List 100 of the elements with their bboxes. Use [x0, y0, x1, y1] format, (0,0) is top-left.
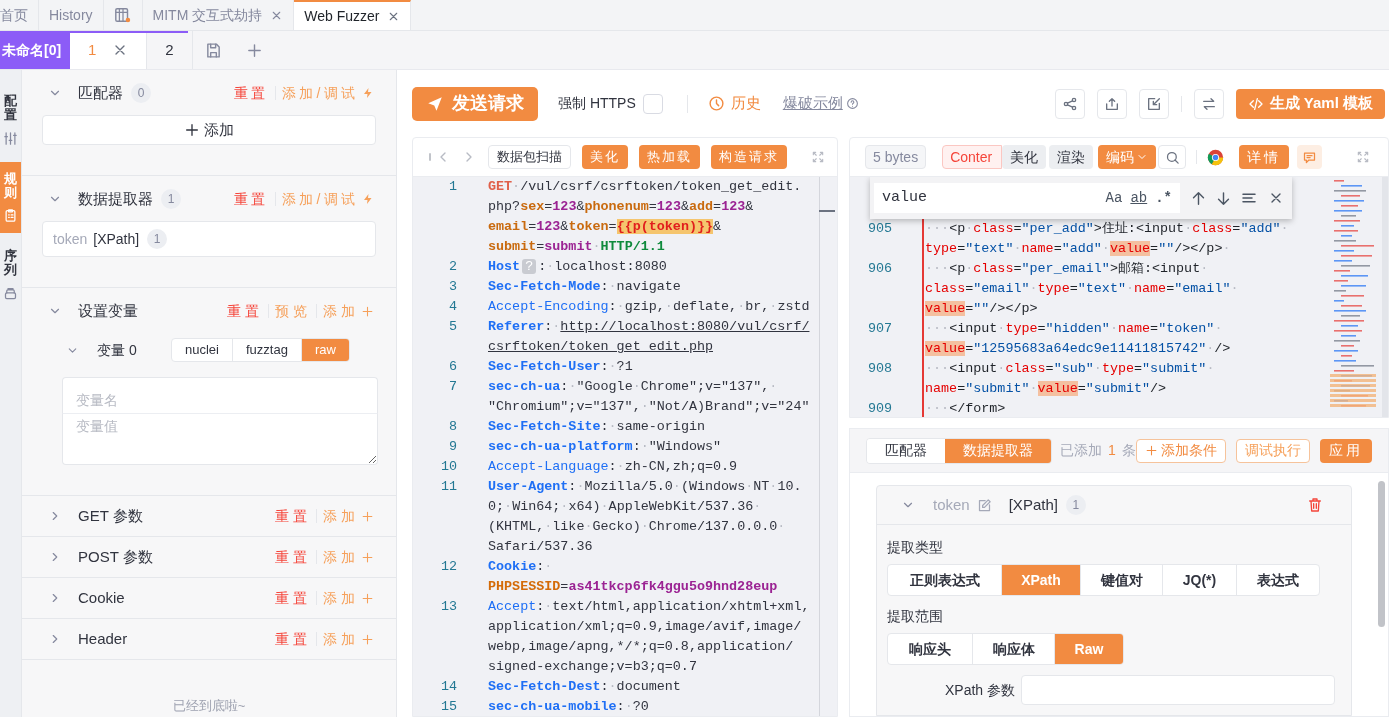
export-button[interactable] [1096, 88, 1127, 119]
arrow-up-icon[interactable] [1190, 189, 1207, 207]
tab[interactable]: 1 [70, 31, 148, 69]
code-line: sec-ch-ua-platform:·"Windows" [488, 438, 722, 456]
code-line: ···<p·class="per_add">住址:<input·class="add"· [925, 220, 1289, 238]
action-link[interactable]: 重置 [233, 82, 269, 104]
segment-option[interactable]: 响应头 [888, 634, 972, 664]
segment-option[interactable]: 表达式 [1236, 565, 1319, 595]
add-button[interactable]: 添加 [42, 115, 376, 145]
action-link[interactable]: 重置 [275, 587, 310, 609]
section-title: POST 参数 [78, 546, 153, 567]
input-field[interactable]: 变量名 [62, 377, 378, 414]
rail-tab[interactable]: 序列 [0, 239, 21, 311]
code-line: Sec-Fetch-Mode:·navigate [488, 278, 681, 296]
scrollbar[interactable] [1382, 177, 1388, 417]
save-icon[interactable] [204, 41, 222, 59]
toolbar-button[interactable]: 构造请求 [710, 145, 787, 169]
edit-icon[interactable] [976, 497, 992, 513]
fullscreen-icon[interactable] [811, 150, 825, 164]
trash-icon[interactable] [1307, 497, 1323, 513]
code-line: Sec-Fetch-Dest:·document [488, 678, 681, 696]
tab[interactable]: 匹配器 [867, 438, 945, 463]
encoding-dropdown[interactable]: 编码 [1098, 145, 1157, 169]
browser-icon[interactable] [1207, 148, 1225, 166]
search-field[interactable]: value Aa ab .* [874, 183, 1180, 213]
input-field[interactable] [1021, 675, 1336, 705]
add-condition-button[interactable]: 添加条件 [1136, 438, 1227, 463]
line-number: 909 [866, 400, 892, 417]
swap-button[interactable] [1193, 88, 1224, 119]
toolbar-button[interactable]: 美化 [1002, 145, 1047, 169]
bolt-icon [362, 87, 374, 99]
search-option[interactable]: .* [1155, 187, 1172, 209]
code-line: Sec-Fetch-Site:·same-origin [488, 418, 705, 436]
segment-option[interactable]: raw [300, 339, 349, 361]
detail-button[interactable]: 详情 [1239, 145, 1289, 169]
action-link[interactable]: 重置 [227, 300, 262, 322]
action-link[interactable]: 重置 [233, 188, 269, 210]
action-link[interactable]: 添加 [323, 628, 374, 650]
search-button[interactable] [1158, 145, 1187, 169]
line-number: 5 [447, 318, 457, 336]
text-area[interactable]: 变量值 [62, 414, 378, 465]
segment-option[interactable]: Raw [1054, 634, 1123, 664]
segment-option[interactable]: 正则表达式 [888, 565, 1001, 595]
toolbar-button[interactable]: 渲染 [1049, 145, 1094, 169]
share-icon [1061, 95, 1078, 112]
history-button[interactable]: 历史 [707, 92, 761, 115]
count-badge: 0 [131, 83, 151, 103]
tab-label: History [49, 5, 93, 25]
extractor-item[interactable]: token [XPath] 1 [42, 221, 376, 257]
apply-button[interactable]: 应用 [1320, 438, 1372, 463]
toolbar-button[interactable]: 数据包扫描 [488, 145, 571, 169]
export-icon [1103, 95, 1120, 112]
scrollbar-thumb[interactable] [1378, 481, 1385, 627]
action-link[interactable]: 添加 [323, 300, 374, 322]
rail-tab[interactable]: 配置 [0, 84, 21, 156]
segment-option[interactable]: JQ(*) [1162, 565, 1236, 595]
debug-button[interactable]: 调试执行 [1236, 438, 1311, 463]
segment-option[interactable]: fuzztag [231, 339, 301, 361]
arrow-down-icon[interactable] [1215, 189, 1232, 207]
variable-label: 变量 0 [97, 340, 138, 360]
tab-label: 2 [165, 39, 174, 60]
help-icon[interactable] [845, 97, 859, 110]
example-link[interactable]: 爆破示例 [782, 92, 843, 115]
action-link[interactable]: 重置 [275, 546, 310, 568]
checkbox[interactable] [642, 93, 663, 114]
search-option[interactable]: ab [1130, 187, 1148, 209]
tab[interactable]: History [39, 0, 104, 30]
fullscreen-icon[interactable] [1356, 150, 1370, 164]
tab[interactable]: 2 [147, 31, 193, 69]
yaml-button[interactable]: 生成 Yaml 模板 [1235, 88, 1385, 119]
share-button[interactable] [1054, 88, 1085, 119]
import-button[interactable] [1138, 88, 1169, 119]
code-line: Accept-Encoding:·gzip,·deflate,·br,·zstd [488, 298, 810, 316]
line-number: 906 [866, 260, 892, 278]
send-button[interactable]: 发送请求 [412, 86, 538, 121]
rail-tab[interactable]: 规则 [0, 161, 21, 234]
toolbar-button[interactable]: 热加载 [638, 145, 700, 169]
segment-option[interactable]: XPath [1001, 565, 1080, 595]
tab[interactable]: 首页 [0, 0, 39, 30]
action-link[interactable]: 添加 [323, 587, 374, 609]
action-link[interactable]: 重置 [275, 628, 310, 650]
code-line: name="submit"·value="submit"/> [925, 380, 1168, 398]
action-link[interactable]: 重置 [275, 505, 310, 527]
line-number: 7 [447, 378, 457, 396]
plus-icon [361, 304, 374, 318]
tab[interactable]: 数据提取器 [945, 438, 1051, 463]
action-link[interactable]: 添加/调试 [281, 188, 374, 210]
action-link[interactable]: 添加 [323, 505, 374, 527]
action-link[interactable]: 添加 [323, 546, 374, 568]
plus-icon[interactable] [245, 41, 263, 59]
action-link[interactable]: 预览 [275, 300, 310, 322]
search-option[interactable]: Aa [1105, 187, 1123, 209]
tab[interactable]: Web Fuzzer [294, 0, 412, 30]
section-title: Header [78, 628, 128, 649]
action-link[interactable]: 添加/调试 [281, 82, 374, 104]
group-label[interactable]: 未命名[0] [0, 31, 70, 69]
segment-option[interactable]: nuclei [172, 339, 232, 361]
comment-button[interactable] [1296, 145, 1322, 169]
segment-option[interactable]: 键值对 [1080, 565, 1162, 595]
toolbar-button[interactable]: 美化 [582, 145, 628, 169]
